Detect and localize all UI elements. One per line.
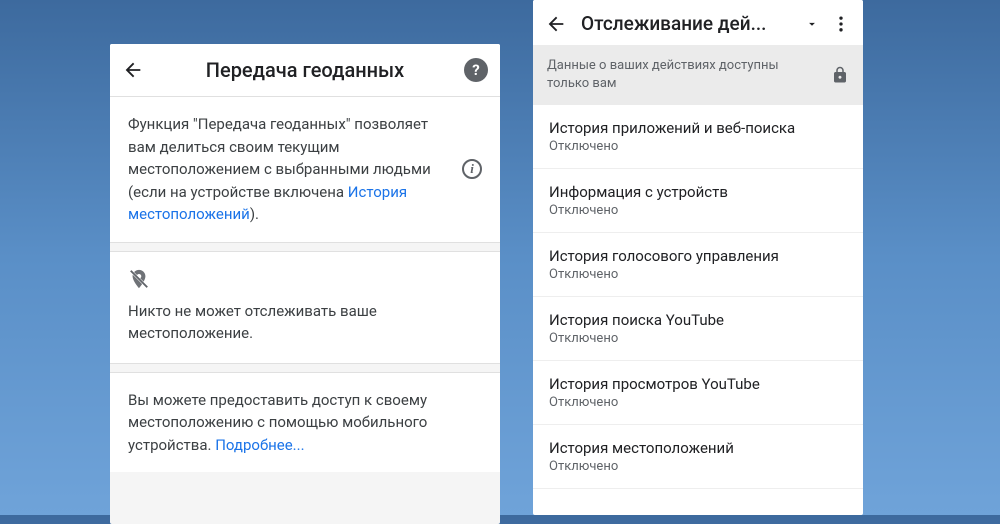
description-text: Функция "Передача геоданных" позволяет в… bbox=[128, 113, 452, 226]
more-vert-icon[interactable] bbox=[831, 14, 851, 34]
back-arrow-icon[interactable] bbox=[122, 59, 144, 81]
nobody-tracking-text: Никто не может отслеживать ваше местопол… bbox=[128, 300, 482, 345]
setting-item[interactable]: История приложений и веб-поиска Отключено bbox=[533, 105, 863, 169]
setting-title: История поиска YouTube bbox=[549, 311, 847, 329]
setting-item[interactable]: История просмотров YouTube Отключено bbox=[533, 361, 863, 425]
setting-status: Отключено bbox=[549, 203, 847, 218]
nobody-tracking-card: Никто не может отслеживать ваше местопол… bbox=[110, 251, 500, 364]
activity-tracking-screen: Отслеживание дей... Данные о ваших дейст… bbox=[533, 0, 863, 515]
page-title: Передача геоданных bbox=[146, 58, 464, 82]
learn-more-link[interactable]: Подробнее... bbox=[215, 436, 304, 454]
info-icon[interactable]: i bbox=[462, 159, 482, 179]
privacy-notice: Данные о ваших действиях доступны только… bbox=[533, 45, 863, 105]
description-card: Функция "Передача геоданных" позволяет в… bbox=[110, 96, 500, 243]
setting-title: История приложений и веб-поиска bbox=[549, 119, 847, 137]
back-arrow-icon[interactable] bbox=[545, 13, 567, 35]
setting-status: Отключено bbox=[549, 459, 847, 474]
access-card: Вы можете предоставить доступ к своему м… bbox=[110, 372, 500, 473]
setting-status: Отключено bbox=[549, 139, 847, 154]
chevron-down-icon[interactable] bbox=[805, 17, 819, 31]
info-icon-container: i bbox=[462, 159, 482, 179]
setting-status: Отключено bbox=[549, 395, 847, 410]
help-icon[interactable]: ? bbox=[464, 58, 488, 82]
settings-list: История приложений и веб-поиска Отключено… bbox=[533, 105, 863, 489]
lock-icon bbox=[831, 66, 849, 84]
location-sharing-screen: Передача геоданных ? Функция "Передача г… bbox=[110, 44, 500, 524]
setting-title: История просмотров YouTube bbox=[549, 375, 847, 393]
setting-title: История голосового управления bbox=[549, 247, 847, 265]
setting-item[interactable]: История поиска YouTube Отключено bbox=[533, 297, 863, 361]
setting-item[interactable]: История местоположений Отключено bbox=[533, 425, 863, 489]
header: Отслеживание дей... bbox=[533, 0, 863, 45]
setting-item[interactable]: История голосового управления Отключено bbox=[533, 233, 863, 297]
access-text: Вы можете предоставить доступ к своему м… bbox=[128, 389, 482, 457]
setting-status: Отключено bbox=[549, 267, 847, 282]
page-title: Отслеживание дей... bbox=[581, 12, 793, 35]
setting-item[interactable]: Информация с устройств Отключено bbox=[533, 169, 863, 233]
setting-title: Информация с устройств bbox=[549, 183, 847, 201]
header: Передача геоданных ? bbox=[110, 44, 500, 96]
setting-status: Отключено bbox=[549, 331, 847, 346]
location-off-icon bbox=[128, 268, 482, 290]
setting-title: История местоположений bbox=[549, 439, 847, 457]
description-part2: ). bbox=[250, 205, 259, 223]
privacy-text: Данные о ваших действиях доступны только… bbox=[547, 57, 821, 93]
